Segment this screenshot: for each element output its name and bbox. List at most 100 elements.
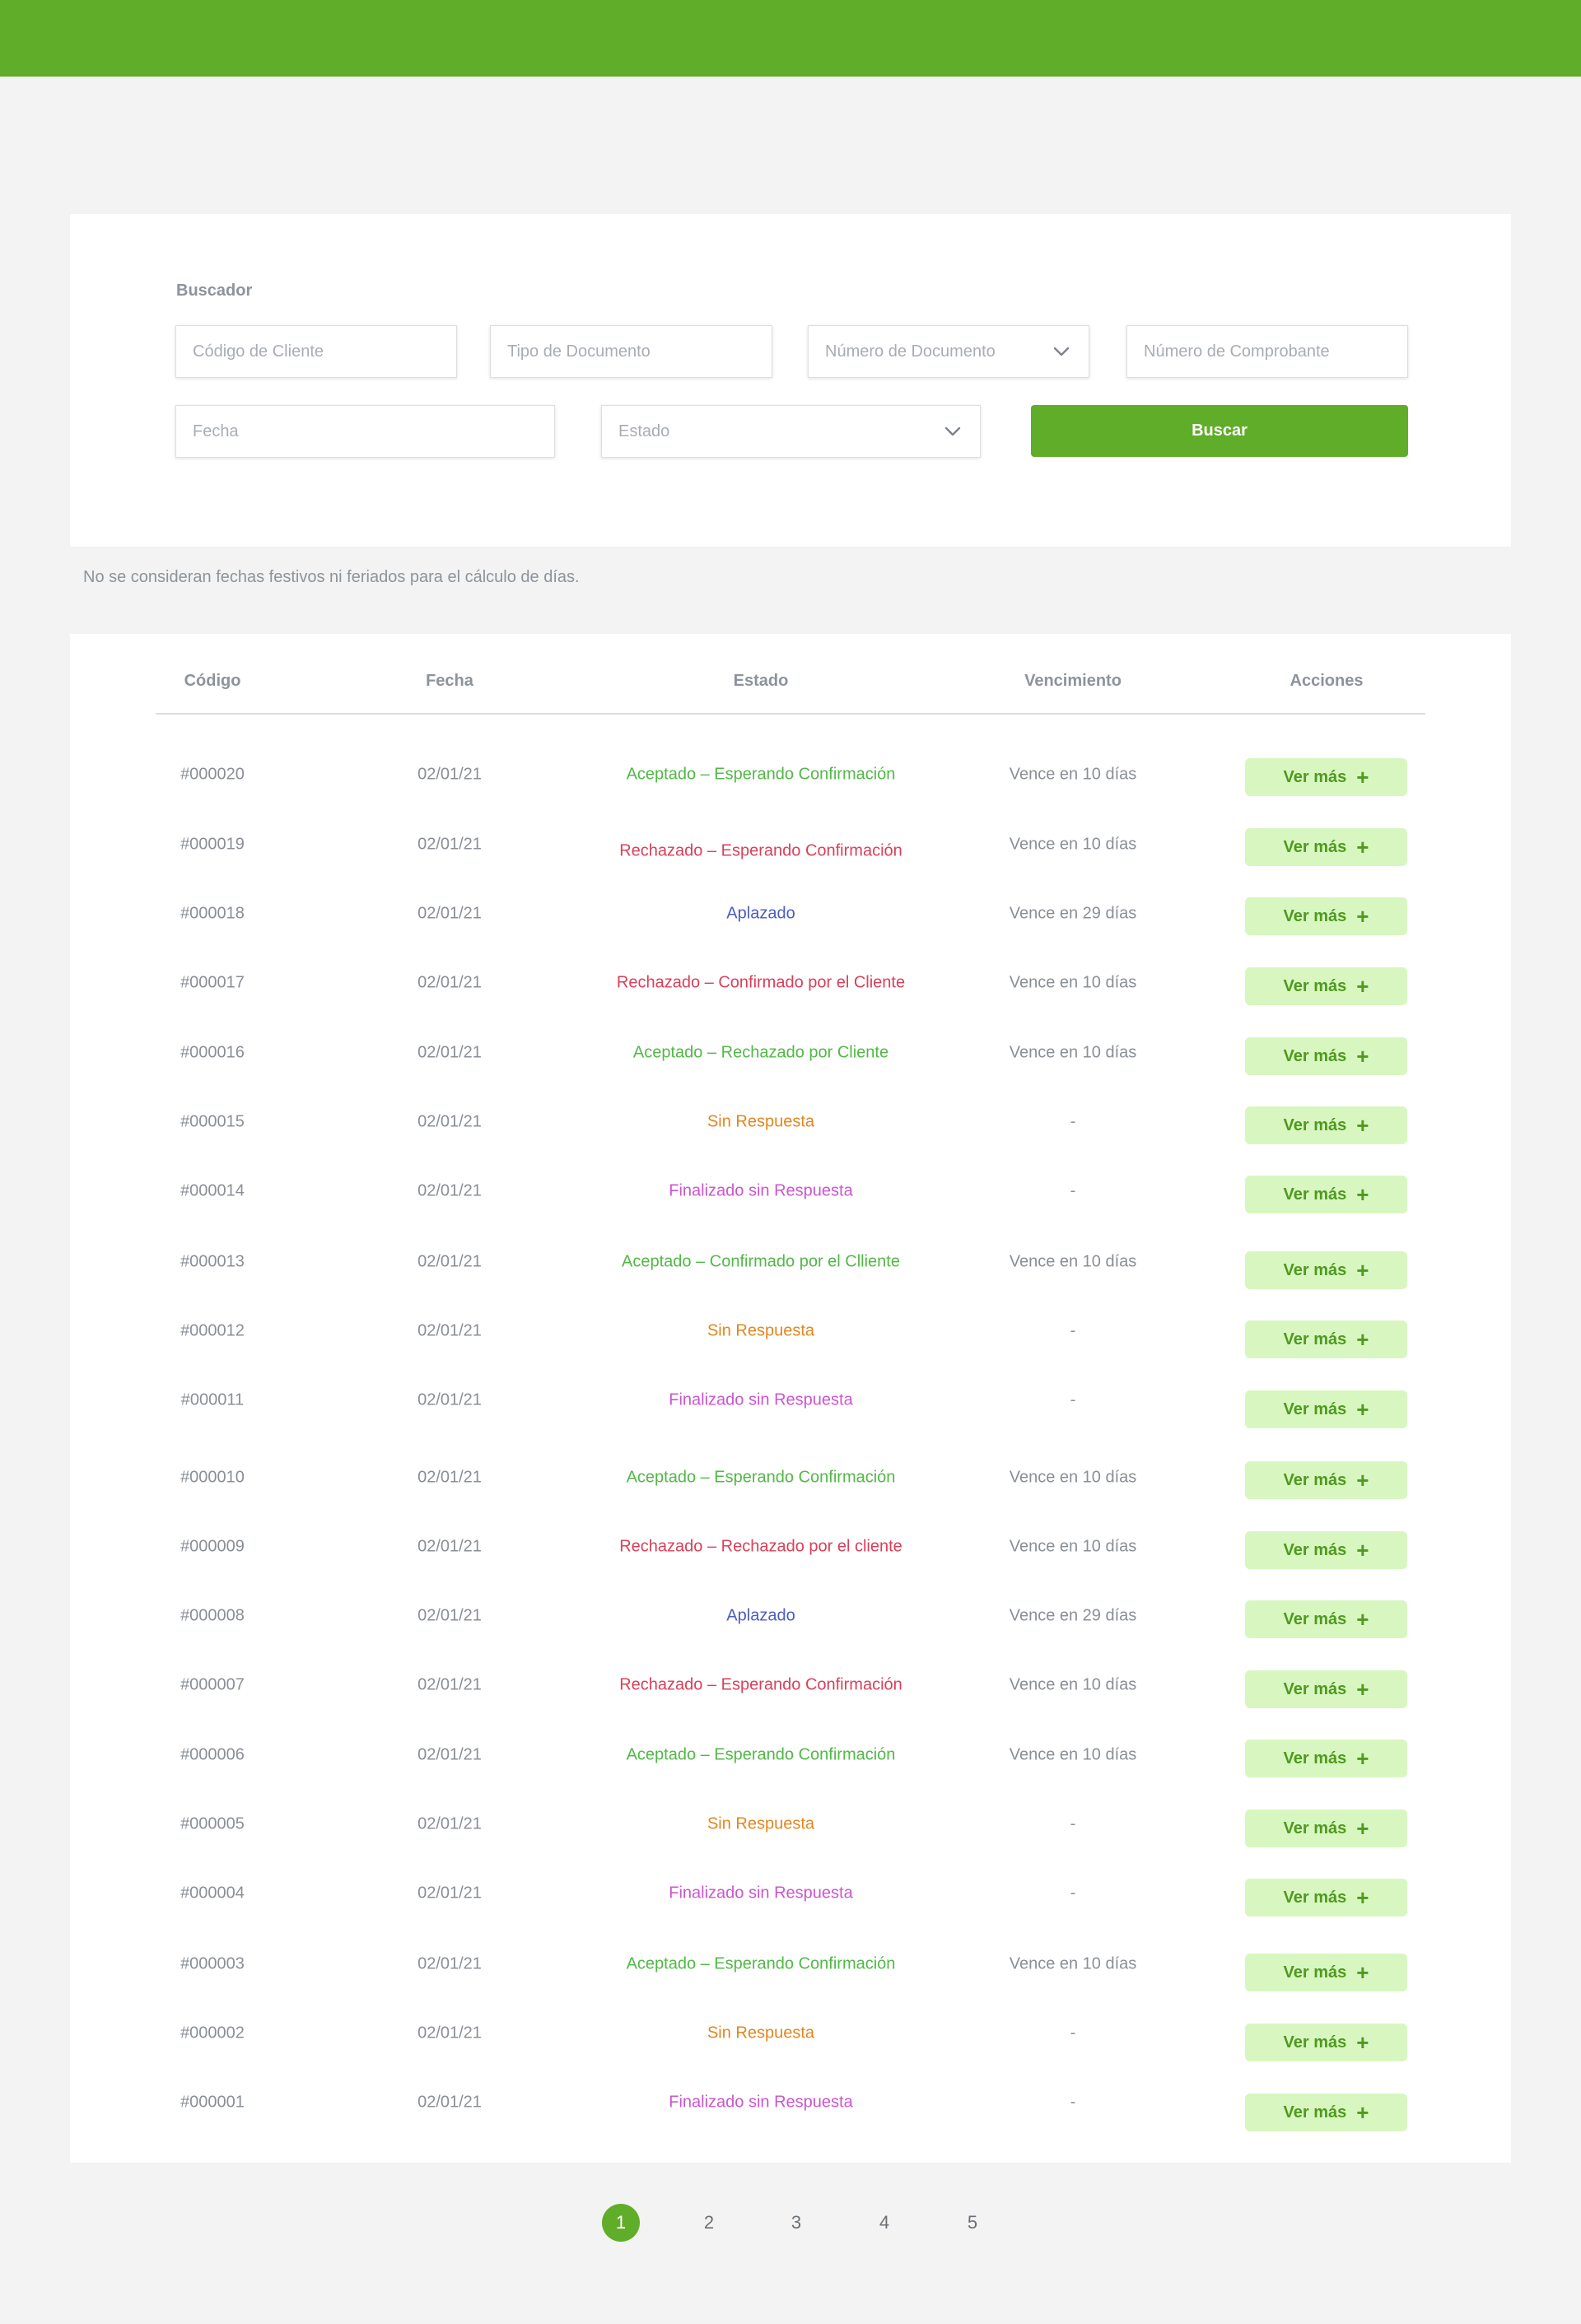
doc-number-select[interactable] <box>808 325 1089 378</box>
date-field <box>175 405 555 458</box>
view-more-button[interactable]: Ver más + <box>1245 1879 1407 1916</box>
row-due: - <box>1070 1112 1076 1131</box>
plus-icon: + <box>1356 1538 1369 1563</box>
doc-type-field <box>490 325 772 378</box>
results-table: Código Fecha Estado Vencimiento Acciones… <box>70 634 1511 2163</box>
row-due: - <box>1070 1390 1076 1409</box>
plus-icon: + <box>1356 1258 1369 1283</box>
chevron-down-icon[interactable] <box>1052 342 1070 361</box>
row-code: #000014 <box>180 1181 245 1200</box>
row-code: #000018 <box>180 904 245 923</box>
view-more-button[interactable]: Ver más + <box>1245 828 1407 866</box>
plus-icon: + <box>1356 835 1369 859</box>
doc-type-input[interactable] <box>491 326 772 377</box>
view-more-button[interactable]: Ver más + <box>1245 2093 1407 2131</box>
view-more-button[interactable]: Ver más + <box>1245 1251 1407 1289</box>
view-more-button[interactable]: Ver más + <box>1245 1461 1407 1499</box>
row-due: Vence en 10 días <box>1009 765 1137 784</box>
view-more-button[interactable]: Ver más + <box>1245 1320 1407 1358</box>
row-date: 02/01/21 <box>417 1390 482 1409</box>
row-date: 02/01/21 <box>417 1252 482 1271</box>
view-more-button[interactable]: Ver más + <box>1245 967 1407 1005</box>
plus-icon: + <box>1356 1677 1369 1702</box>
row-date: 02/01/21 <box>417 765 482 784</box>
top-bar <box>0 0 1581 77</box>
row-code: #000001 <box>180 2093 245 2112</box>
row-code: #000009 <box>180 1537 245 1556</box>
view-more-button[interactable]: Ver más + <box>1245 1176 1407 1213</box>
row-code: #000007 <box>180 1675 245 1694</box>
view-more-label: Ver más <box>1283 1470 1347 1489</box>
view-more-label: Ver más <box>1283 1749 1347 1767</box>
view-more-button[interactable]: Ver más + <box>1245 1670 1407 1708</box>
view-more-button[interactable]: Ver más + <box>1245 897 1407 935</box>
holiday-note: No se consideran fechas festivos ni feri… <box>83 568 580 586</box>
row-date: 02/01/21 <box>417 1675 482 1694</box>
voucher-number-input[interactable] <box>1127 326 1407 377</box>
view-more-button[interactable]: Ver más + <box>1245 1600 1407 1638</box>
view-more-label: Ver más <box>1283 2033 1347 2052</box>
status-input[interactable] <box>602 406 980 457</box>
page-1[interactable]: 1 <box>602 2204 640 2242</box>
row-status: Finalizado sin Respuesta <box>669 2093 853 2112</box>
view-more-label: Ver más <box>1283 1185 1347 1204</box>
row-code: #000006 <box>180 1745 245 1764</box>
row-status: Rechazado – Esperando Confirmación <box>619 1675 902 1694</box>
row-status: Finalizado sin Respuesta <box>669 1181 853 1200</box>
row-date: 02/01/21 <box>417 1884 482 1903</box>
plus-icon: + <box>1356 2030 1369 2055</box>
view-more-label: Ver más <box>1283 837 1347 856</box>
view-more-button[interactable]: Ver más + <box>1245 758 1407 796</box>
view-more-button[interactable]: Ver más + <box>1245 1037 1407 1075</box>
page-4[interactable]: 4 <box>865 2204 903 2242</box>
view-more-button[interactable]: Ver más + <box>1245 1390 1407 1428</box>
plus-icon: + <box>1356 1607 1369 1632</box>
row-due: Vence en 29 días <box>1009 1606 1137 1625</box>
row-date: 02/01/21 <box>417 1181 482 1200</box>
page-3[interactable]: 3 <box>777 2204 815 2242</box>
row-due: Vence en 10 días <box>1009 1537 1137 1556</box>
plus-icon: + <box>1356 1468 1369 1493</box>
page-2[interactable]: 2 <box>690 2204 728 2242</box>
client-code-input[interactable] <box>176 326 456 377</box>
row-code: #000005 <box>180 1814 245 1833</box>
date-input[interactable] <box>176 406 554 457</box>
row-status: Rechazado – Esperando Confirmación <box>619 841 902 860</box>
view-more-button[interactable]: Ver más + <box>1245 2024 1407 2061</box>
view-more-button[interactable]: Ver más + <box>1245 1740 1407 1777</box>
page-5[interactable]: 5 <box>954 2204 991 2242</box>
view-more-label: Ver más <box>1283 1679 1347 1698</box>
row-status: Aplazado <box>726 904 795 923</box>
row-due: Vence en 10 días <box>1009 1468 1137 1487</box>
search-title: Buscador <box>176 282 253 300</box>
view-more-label: Ver más <box>1283 1400 1347 1418</box>
row-due: Vence en 10 días <box>1009 1745 1137 1764</box>
header-status: Estado <box>733 672 789 690</box>
row-status: Aceptado – Esperando Confirmación <box>626 1468 896 1487</box>
row-status: Aceptado – Esperando Confirmación <box>626 1745 896 1764</box>
search-button[interactable]: Buscar <box>1031 405 1408 457</box>
row-code: #000004 <box>180 1884 245 1903</box>
plus-icon: + <box>1356 2100 1369 2125</box>
voucher-number-field <box>1126 325 1408 378</box>
chevron-down-icon[interactable] <box>944 422 962 440</box>
view-more-button[interactable]: Ver más + <box>1245 1809 1407 1847</box>
row-status: Rechazado – Rechazado por el cliente <box>619 1537 902 1556</box>
row-date: 02/01/21 <box>417 1112 482 1131</box>
row-code: #000010 <box>180 1468 245 1487</box>
row-date: 02/01/21 <box>417 1537 482 1556</box>
header-due: Vencimiento <box>1024 672 1122 690</box>
doc-number-input[interactable] <box>809 326 1089 377</box>
view-more-button[interactable]: Ver más + <box>1245 1106 1407 1144</box>
view-more-button[interactable]: Ver más + <box>1245 1954 1407 1991</box>
row-due: - <box>1070 1884 1076 1903</box>
view-more-button[interactable]: Ver más + <box>1245 1531 1407 1569</box>
row-code: #000015 <box>180 1112 245 1131</box>
row-code: #000016 <box>180 1043 245 1062</box>
row-date: 02/01/21 <box>417 2093 482 2112</box>
row-date: 02/01/21 <box>417 973 482 992</box>
row-due: Vence en 10 días <box>1009 1252 1137 1271</box>
row-due: - <box>1070 1181 1076 1200</box>
row-due: Vence en 10 días <box>1009 1954 1137 1973</box>
status-select[interactable] <box>601 405 981 458</box>
